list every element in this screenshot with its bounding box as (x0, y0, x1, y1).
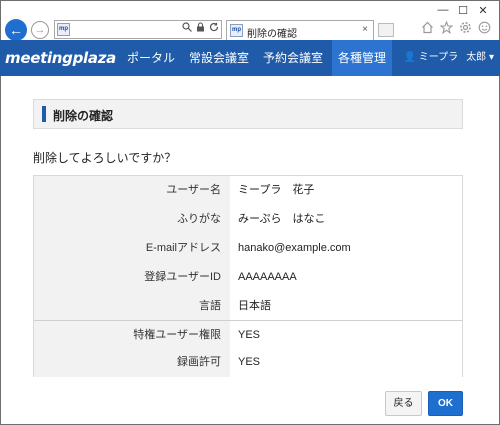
confirm-question: 削除してよろしいですか？ (33, 151, 177, 165)
table-row: 録画許可 YES (34, 348, 462, 377)
address-bar[interactable]: mp (54, 20, 222, 39)
row-value: AAAAAAAA (230, 263, 462, 292)
meetingplaza-logo[interactable]: meetingplaza (5, 49, 116, 67)
forward-arrow-icon[interactable]: → (31, 21, 49, 39)
user-menu[interactable]: 👤 ミープラ 太郎 ▾ (404, 40, 494, 76)
smiley-icon[interactable] (478, 21, 491, 34)
table-row: ふりがな みーぷら はなこ (34, 205, 462, 234)
nav-item-portal[interactable]: ポータル (121, 40, 181, 76)
new-tab-button[interactable] (378, 23, 394, 37)
nav-item-management[interactable]: 各種管理 (332, 40, 393, 76)
browser-tools (421, 21, 491, 34)
site-favicon-icon: mp (57, 23, 70, 36)
table-row: 言語 日本語 (34, 292, 462, 321)
nav-item-permanent-rooms[interactable]: 常設会議室 (183, 40, 255, 76)
browser-chrome: — ☐ ✕ ← → mp mp 削除の確認 × (0, 0, 500, 41)
table-row: 登録ユーザーID AAAAAAAA (34, 263, 462, 292)
row-value: hanako@example.com (230, 234, 462, 263)
main-content: 削除の確認 削除してよろしいですか？ ユーザー名 ミープラ 花子 ふりがな みー… (0, 76, 500, 425)
row-label: ふりがな (34, 205, 230, 234)
close-icon[interactable]: ✕ (473, 1, 493, 19)
page-heading-box: 削除の確認 (33, 99, 463, 129)
refresh-icon[interactable] (209, 22, 219, 32)
lock-icon (197, 22, 204, 32)
back-arrow-icon[interactable]: ← (5, 19, 27, 41)
maximize-icon[interactable]: ☐ (453, 1, 473, 19)
row-value: YES (230, 321, 462, 350)
row-value: YES (230, 348, 462, 377)
window-controls: — ☐ ✕ (433, 1, 493, 19)
ok-button[interactable]: OK (428, 391, 463, 416)
tab-favicon-icon: mp (230, 24, 243, 37)
address-bar-icons (182, 22, 219, 32)
page-title: 削除の確認 (53, 109, 114, 123)
row-value: 日本語 (230, 292, 462, 321)
heading-accent-bar (42, 106, 46, 122)
table-row: 特権ユーザー権限 YES (34, 321, 462, 350)
home-icon[interactable] (421, 21, 434, 34)
minimize-icon[interactable]: — (433, 1, 453, 19)
user-info-table: ユーザー名 ミープラ 花子 ふりがな みーぷら はなこ E-mailアドレス h… (33, 175, 463, 377)
row-value: ミープラ 花子 (230, 176, 462, 205)
app-navbar: meetingplaza ポータル 常設会議室 予約会議室 各種管理 👤 ミープ… (0, 40, 500, 76)
row-label: ユーザー名 (34, 176, 230, 205)
row-label: E-mailアドレス (34, 234, 230, 263)
row-label: 録画許可 (34, 348, 230, 377)
settings-icon[interactable] (459, 21, 472, 34)
row-label: 登録ユーザーID (34, 263, 230, 292)
row-label: 特権ユーザー権限 (34, 321, 230, 350)
table-row: ユーザー名 ミープラ 花子 (34, 176, 462, 205)
user-icon: 👤 (403, 52, 416, 63)
row-value: みーぷら はなこ (230, 205, 462, 234)
nav-item-reserved-rooms[interactable]: 予約会議室 (257, 40, 329, 76)
user-name: 👤 ミープラ (403, 52, 459, 63)
back-button[interactable]: 戻る (385, 391, 422, 416)
user-dropdown[interactable]: 太郎 ▾ (466, 40, 494, 76)
row-label: 言語 (34, 292, 230, 321)
table-row: E-mailアドレス hanako@example.com (34, 234, 462, 263)
tab-close-icon[interactable]: × (362, 24, 368, 35)
search-icon[interactable] (182, 22, 192, 32)
tab-title: 削除の確認 (247, 29, 297, 40)
browser-tab[interactable]: mp 削除の確認 × (226, 20, 374, 41)
star-icon[interactable] (440, 21, 453, 34)
